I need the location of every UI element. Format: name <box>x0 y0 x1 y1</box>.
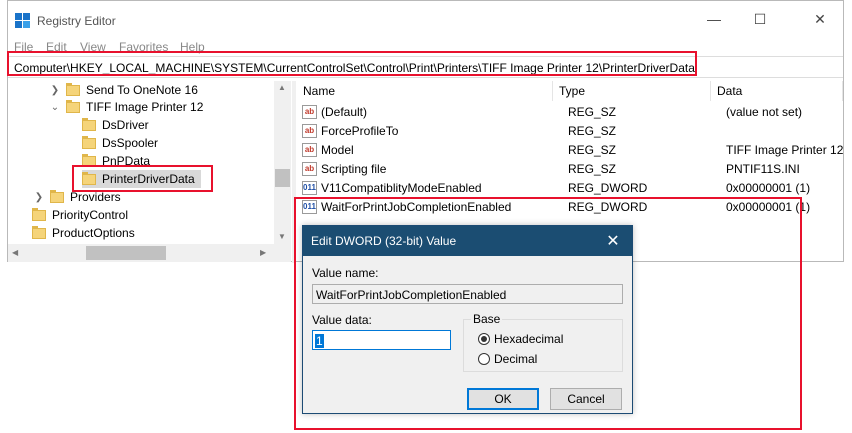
tree-item-label: TIFF Image Printer 12 <box>86 100 204 114</box>
value-type: REG_SZ <box>568 124 617 138</box>
window-title: Registry Editor <box>37 14 116 28</box>
value-data: 0x00000001 (1) <box>726 181 811 195</box>
value-name: Model <box>321 143 354 157</box>
table-row[interactable]: ab (Default) REG_SZ (value not set) <box>297 103 843 122</box>
title-bar: Registry Editor — ☐ ✕ <box>8 1 843 37</box>
scroll-thumb[interactable] <box>275 169 290 187</box>
column-header-name[interactable]: Name <box>297 81 553 101</box>
maximize-button[interactable]: ☐ <box>737 1 783 37</box>
column-header-data[interactable]: Data <box>711 81 843 101</box>
string-value-icon: ab <box>302 143 317 157</box>
tree-item-label: PriorityControl <box>52 208 129 222</box>
tree-item-label: Providers <box>70 190 121 204</box>
chevron-down-icon[interactable]: ⌄ <box>50 102 60 113</box>
tree-item-productoptions[interactable]: ProductOptions <box>32 224 135 242</box>
tree-horizontal-scrollbar[interactable]: ◀ ▶ <box>8 244 291 262</box>
folder-icon <box>66 99 80 113</box>
address-highlight-box <box>7 51 697 76</box>
tree-item-label: DsDriver <box>102 118 149 132</box>
folder-icon <box>32 225 46 239</box>
table-row[interactable]: ab Scripting file REG_SZ PNTIF11S.INI <box>297 160 843 179</box>
folder-icon <box>32 207 46 221</box>
tree-item-label: ProductOptions <box>52 226 135 240</box>
value-type: REG_SZ <box>568 105 617 119</box>
value-highlight-box <box>294 197 802 430</box>
tree-item-dsdriver[interactable]: DsDriver <box>82 116 149 134</box>
scroll-up-icon[interactable]: ▲ <box>278 83 286 92</box>
tree-item-tiff-image-printer[interactable]: ⌄ TIFF Image Printer 12 <box>50 98 203 116</box>
tree-item-prioritycontrol[interactable]: PriorityControl <box>32 206 128 224</box>
chevron-right-icon[interactable]: ❯ <box>50 85 60 96</box>
folder-icon <box>66 82 80 96</box>
close-button[interactable]: ✕ <box>797 1 843 37</box>
tree-item-highlight-box <box>72 165 213 192</box>
column-header-type[interactable]: Type <box>553 81 711 101</box>
scroll-down-icon[interactable]: ▼ <box>278 232 286 241</box>
table-row[interactable]: ab Model REG_SZ TIFF Image Printer 12 <box>297 141 843 160</box>
value-data: (value not set) <box>726 105 803 119</box>
dword-value-icon: 011 <box>302 181 317 195</box>
value-name: (Default) <box>321 105 368 119</box>
tree-item-dsspooler[interactable]: DsSpooler <box>82 134 158 152</box>
folder-icon <box>50 189 64 203</box>
tree-item-label: DsSpooler <box>102 136 159 150</box>
close-icon: ✕ <box>814 10 826 27</box>
value-name: Scripting file <box>321 162 387 176</box>
scroll-right-icon[interactable]: ▶ <box>260 248 266 257</box>
string-value-icon: ab <box>302 105 317 119</box>
folder-icon <box>82 135 96 149</box>
string-value-icon: ab <box>302 124 317 138</box>
value-type: REG_DWORD <box>568 181 648 195</box>
registry-editor-icon <box>15 13 30 28</box>
maximize-icon: ☐ <box>753 10 767 27</box>
value-type: REG_SZ <box>568 143 617 157</box>
minimize-button[interactable]: — <box>691 1 737 37</box>
string-value-icon: ab <box>302 162 317 176</box>
folder-icon <box>82 117 96 131</box>
value-name: ForceProfileTo <box>321 124 399 138</box>
scroll-thumb[interactable] <box>86 246 166 260</box>
chevron-right-icon[interactable]: ❯ <box>34 192 44 203</box>
tree-item-send-to-onenote[interactable]: ❯ Send To OneNote 16 <box>50 81 198 99</box>
value-data: PNTIF11S.INI <box>726 162 800 176</box>
value-name: V11CompatiblityModeEnabled <box>321 181 482 195</box>
minimize-icon: — <box>707 11 721 27</box>
value-data: TIFF Image Printer 12 <box>726 143 843 157</box>
table-row[interactable]: 011 V11CompatiblityModeEnabled REG_DWORD… <box>297 179 843 198</box>
value-type: REG_SZ <box>568 162 617 176</box>
tree-vertical-scrollbar[interactable]: ▲ ▼ <box>274 81 291 244</box>
tree-item-label: Send To OneNote 16 <box>86 83 198 97</box>
table-row[interactable]: ab ForceProfileTo REG_SZ <box>297 122 843 141</box>
scroll-left-icon[interactable]: ◀ <box>12 248 18 257</box>
